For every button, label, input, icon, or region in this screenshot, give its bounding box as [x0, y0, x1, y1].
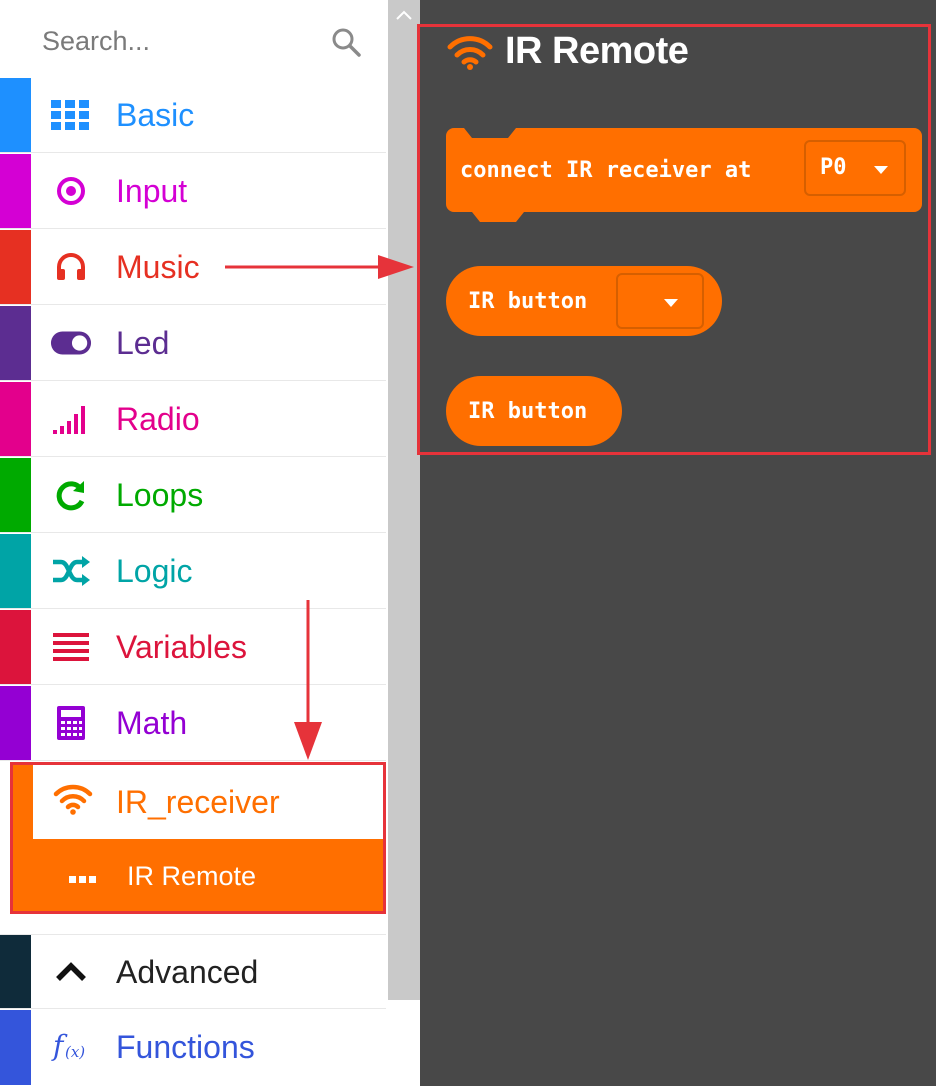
wifi-icon [53, 783, 93, 820]
category-label: Loops [116, 477, 204, 513]
toolbox: Basic Input Music [0, 0, 390, 1086]
flyout-highlight-frame [417, 24, 931, 455]
refresh-icon [50, 476, 92, 514]
category-color-bar [0, 610, 31, 684]
target-icon [50, 172, 92, 210]
category-led[interactable]: Led [0, 306, 386, 381]
category-color-bar [0, 458, 31, 532]
category-advanced[interactable]: Advanced [0, 934, 386, 1009]
dots-icon [69, 871, 97, 889]
function-icon: f (x) [50, 1028, 92, 1066]
category-color-bar [0, 154, 31, 228]
category-functions[interactable]: f (x) Functions [0, 1010, 386, 1085]
grid-icon [50, 96, 92, 134]
category-label: Advanced [116, 954, 259, 990]
category-color-bar [0, 935, 31, 1008]
category-variables[interactable]: Variables [0, 610, 386, 685]
category-loops[interactable]: Loops [0, 458, 386, 533]
category-color-bar [0, 534, 31, 608]
category-label: IR_receiver [116, 784, 280, 820]
subcategory-label: IR Remote [127, 861, 257, 891]
category-label: Radio [116, 401, 200, 437]
category-color-bar [0, 230, 31, 304]
category-color-bar [0, 1010, 31, 1085]
category-color-bar [0, 306, 31, 380]
category-label: Input [116, 173, 188, 209]
scroll-up-icon[interactable] [394, 8, 414, 22]
svg-text:(x): (x) [65, 1043, 85, 1061]
category-color-bar [0, 382, 31, 456]
category-label: Variables [116, 629, 248, 665]
chevron-up-icon [50, 953, 92, 991]
category-label: Music [116, 249, 200, 285]
list-icon [50, 628, 92, 666]
category-label: Logic [116, 553, 193, 589]
category-label: Led [116, 325, 170, 361]
category-basic[interactable]: Basic [0, 78, 386, 153]
category-music[interactable]: Music [0, 230, 386, 305]
category-input[interactable]: Input [0, 154, 386, 229]
category-ir-receiver[interactable]: IR_receiver [33, 765, 383, 839]
category-radio[interactable]: Radio [0, 382, 386, 457]
search-input[interactable] [40, 22, 324, 60]
category-label: Functions [116, 1029, 255, 1065]
category-color-bar [0, 686, 31, 760]
calculator-icon [50, 704, 92, 742]
toggle-icon [50, 324, 92, 362]
headphones-icon [50, 248, 92, 286]
category-color-bar [0, 78, 31, 152]
category-math[interactable]: Math [0, 686, 386, 761]
search-icon[interactable] [330, 26, 362, 58]
toolbox-scrollbar[interactable] [388, 0, 420, 1000]
shuffle-icon [50, 552, 92, 590]
signal-bars-icon [50, 400, 92, 438]
subcategory-ir-remote[interactable]: IR Remote [13, 839, 383, 911]
search-box [0, 0, 388, 78]
category-label: Math [116, 705, 188, 741]
ir-receiver-group: IR_receiver IR Remote [10, 762, 386, 914]
category-label: Basic [116, 97, 195, 133]
category-logic[interactable]: Logic [0, 534, 386, 609]
